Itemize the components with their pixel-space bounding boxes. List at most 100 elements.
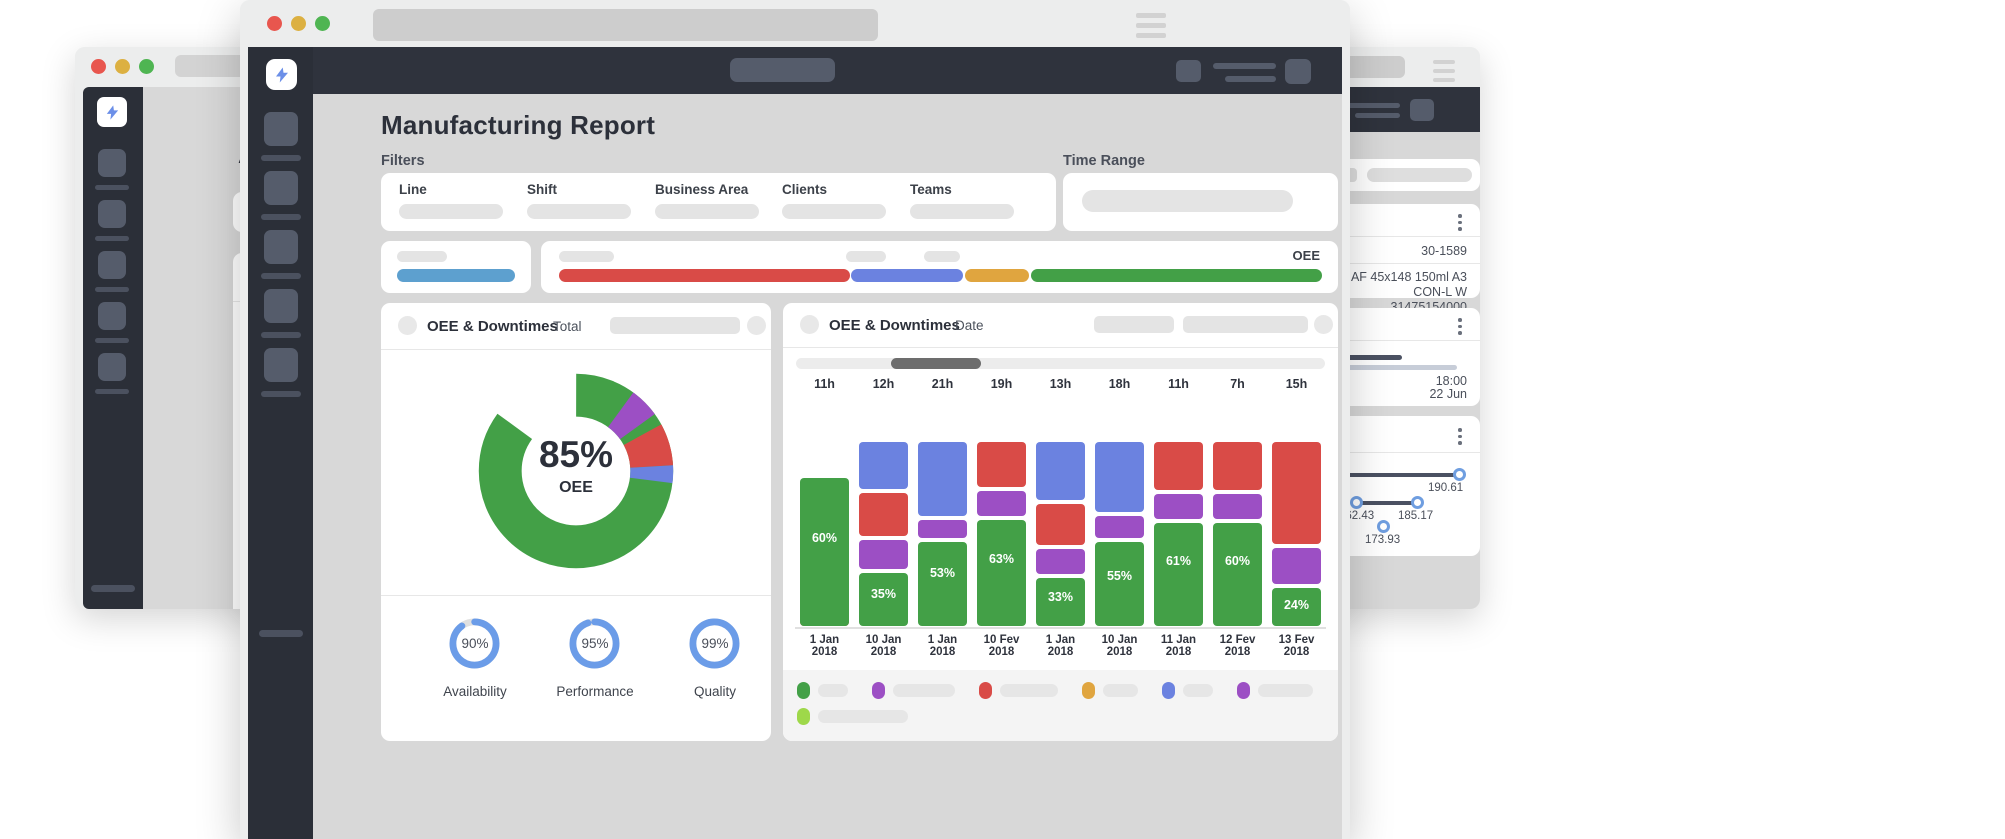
bar-column-date: 1 Jan 2018 xyxy=(809,634,840,658)
summary-label-ph-1 xyxy=(559,251,614,262)
bar-segment-purple xyxy=(1272,548,1321,584)
chart-scrollbar-track[interactable] xyxy=(796,358,1325,369)
main-window-url-bar[interactable] xyxy=(373,9,878,41)
filter-input-teams[interactable] xyxy=(910,204,1014,219)
gauge-performance-label: Performance xyxy=(556,684,634,699)
slider-3-knob[interactable] xyxy=(1377,520,1390,533)
card-right-title: OEE & Downtimes xyxy=(829,317,960,334)
bar-segment-red xyxy=(977,442,1026,487)
bar-value-label: 53% xyxy=(929,566,956,580)
bar-column[interactable]: 11h 60% 1 Jan 2018 xyxy=(800,377,849,664)
sidebar-item-5[interactable] xyxy=(98,353,126,381)
sidebar-item-reports[interactable] xyxy=(264,171,298,205)
sidebar-item-4[interactable] xyxy=(98,302,126,330)
card-right-subtitle: Date xyxy=(955,318,984,333)
legend-dot-oee xyxy=(797,682,810,699)
appbar-line-2 xyxy=(1225,76,1276,82)
chart-baseline xyxy=(795,627,1326,629)
filters-section-label: Filters xyxy=(381,153,425,169)
sidebar-item-analytics-label xyxy=(261,273,301,279)
sidebar-item-3-label xyxy=(95,287,129,292)
close-icon[interactable] xyxy=(267,16,282,31)
sidebar-item-2[interactable] xyxy=(98,200,126,228)
divider xyxy=(783,347,1338,348)
filter-input-clients[interactable] xyxy=(782,204,886,219)
slider-1-knob[interactable] xyxy=(1453,468,1466,481)
filter-label-teams: Teams xyxy=(910,182,952,197)
left-window-sidebar xyxy=(83,87,143,609)
appbar-action-2[interactable] xyxy=(1285,59,1311,84)
main-window-menu-icon[interactable] xyxy=(1136,13,1166,38)
bar-column[interactable]: 13h 33% 1 Jan 2018 xyxy=(1036,377,1085,664)
bar-column-date: 10 Jan 2018 xyxy=(1101,634,1138,658)
minimize-icon[interactable] xyxy=(115,59,130,74)
right-appbar-pill-2[interactable] xyxy=(1410,99,1434,121)
bar-column[interactable]: 18h 55% 10 Jan 2018 xyxy=(1095,377,1144,664)
bar-column[interactable]: 15h 24% 13 Fev 2018 xyxy=(1272,377,1321,664)
kebab-menu-icon[interactable] xyxy=(1458,214,1462,231)
kebab-menu-icon[interactable] xyxy=(1458,318,1462,335)
bar-segment-purple xyxy=(1213,494,1262,519)
bar-column[interactable]: 7h 60% 12 Fev 2018 xyxy=(1213,377,1262,664)
sidebar-item-4-label xyxy=(95,338,129,343)
legend-label-downtime-e xyxy=(1258,684,1313,697)
sidebar-item-settings[interactable] xyxy=(264,348,298,382)
sidebar-footer-label xyxy=(259,630,303,637)
sidebar-item-plans[interactable] xyxy=(264,289,298,323)
filter-input-line[interactable] xyxy=(399,204,503,219)
sidebar-item-1[interactable] xyxy=(98,149,126,177)
gauge-quality-value: 99% xyxy=(701,636,729,651)
bar-segment-purple xyxy=(1154,494,1203,519)
appbar-action-1[interactable] xyxy=(1176,60,1201,82)
bar-segment-purple xyxy=(977,491,1026,516)
right-window-menu-icon[interactable] xyxy=(1433,60,1455,82)
card-left-options-button[interactable] xyxy=(747,316,766,335)
slider-2-track[interactable] xyxy=(1355,501,1417,505)
slider-2-knob-low[interactable] xyxy=(1350,496,1363,509)
filter-label-shift: Shift xyxy=(527,182,557,197)
legend-dot-downtime-f xyxy=(797,708,810,725)
bar-column[interactable]: 19h 63% 10 Fev 2018 xyxy=(977,377,1026,664)
right-search-input[interactable] xyxy=(1367,168,1472,182)
card-right-options-button[interactable] xyxy=(1314,315,1333,334)
card-right-filter-input-1[interactable] xyxy=(1094,316,1174,333)
slider-1-track[interactable] xyxy=(1333,473,1463,477)
card-left-filter-input[interactable] xyxy=(610,317,740,334)
chart-scrollbar-thumb[interactable] xyxy=(891,358,981,369)
kebab-menu-icon[interactable] xyxy=(1458,428,1462,445)
legend-dot-downtime-d xyxy=(1082,682,1095,699)
legend-dot-downtime-e xyxy=(1237,682,1250,699)
main-window-traffic-lights[interactable] xyxy=(267,16,330,31)
card-left-subtitle: Total xyxy=(553,319,582,334)
main-window[interactable]: Manufacturing Report Filters Line Shift … xyxy=(240,0,1350,839)
minimize-icon[interactable] xyxy=(291,16,306,31)
oee-donut-chart: 85% OEE xyxy=(476,371,676,571)
appbar-center-pill[interactable] xyxy=(730,58,835,82)
card-right-filter-input-2[interactable] xyxy=(1183,316,1308,333)
bar-column[interactable]: 12h 35% 10 Jan 2018 xyxy=(859,377,908,664)
left-window-traffic-lights[interactable] xyxy=(91,59,154,74)
close-icon[interactable] xyxy=(91,59,106,74)
bar-value-label: 63% xyxy=(988,552,1015,566)
maximize-icon[interactable] xyxy=(139,59,154,74)
time-range-label: Time Range xyxy=(1063,153,1145,169)
time-range-input[interactable] xyxy=(1082,190,1293,212)
maximize-icon[interactable] xyxy=(315,16,330,31)
summary-label-ph-3 xyxy=(924,251,960,262)
sidebar-item-dashboard[interactable] xyxy=(264,112,298,146)
sidebar-item-analytics[interactable] xyxy=(264,230,298,264)
bar-value-label: 35% xyxy=(870,587,897,601)
page-title: Manufacturing Report xyxy=(381,110,656,140)
filter-input-business-area[interactable] xyxy=(655,204,759,219)
bar-column[interactable]: 21h 53% 1 Jan 2018 xyxy=(918,377,967,664)
sidebar-item-3[interactable] xyxy=(98,251,126,279)
slider-2-knob-high[interactable] xyxy=(1411,496,1424,509)
bar-segment-green: 60% xyxy=(800,478,849,626)
legend-label-downtime-a xyxy=(893,684,955,697)
filter-input-shift[interactable] xyxy=(527,204,631,219)
dashboard-content: Manufacturing Report Filters Line Shift … xyxy=(313,94,1342,839)
gauge-quality-label: Quality xyxy=(693,684,737,699)
bar-column[interactable]: 11h 61% 11 Jan 2018 xyxy=(1154,377,1203,664)
legend-label-downtime-f xyxy=(818,710,908,723)
bar-segment-green: 55% xyxy=(1095,542,1144,626)
